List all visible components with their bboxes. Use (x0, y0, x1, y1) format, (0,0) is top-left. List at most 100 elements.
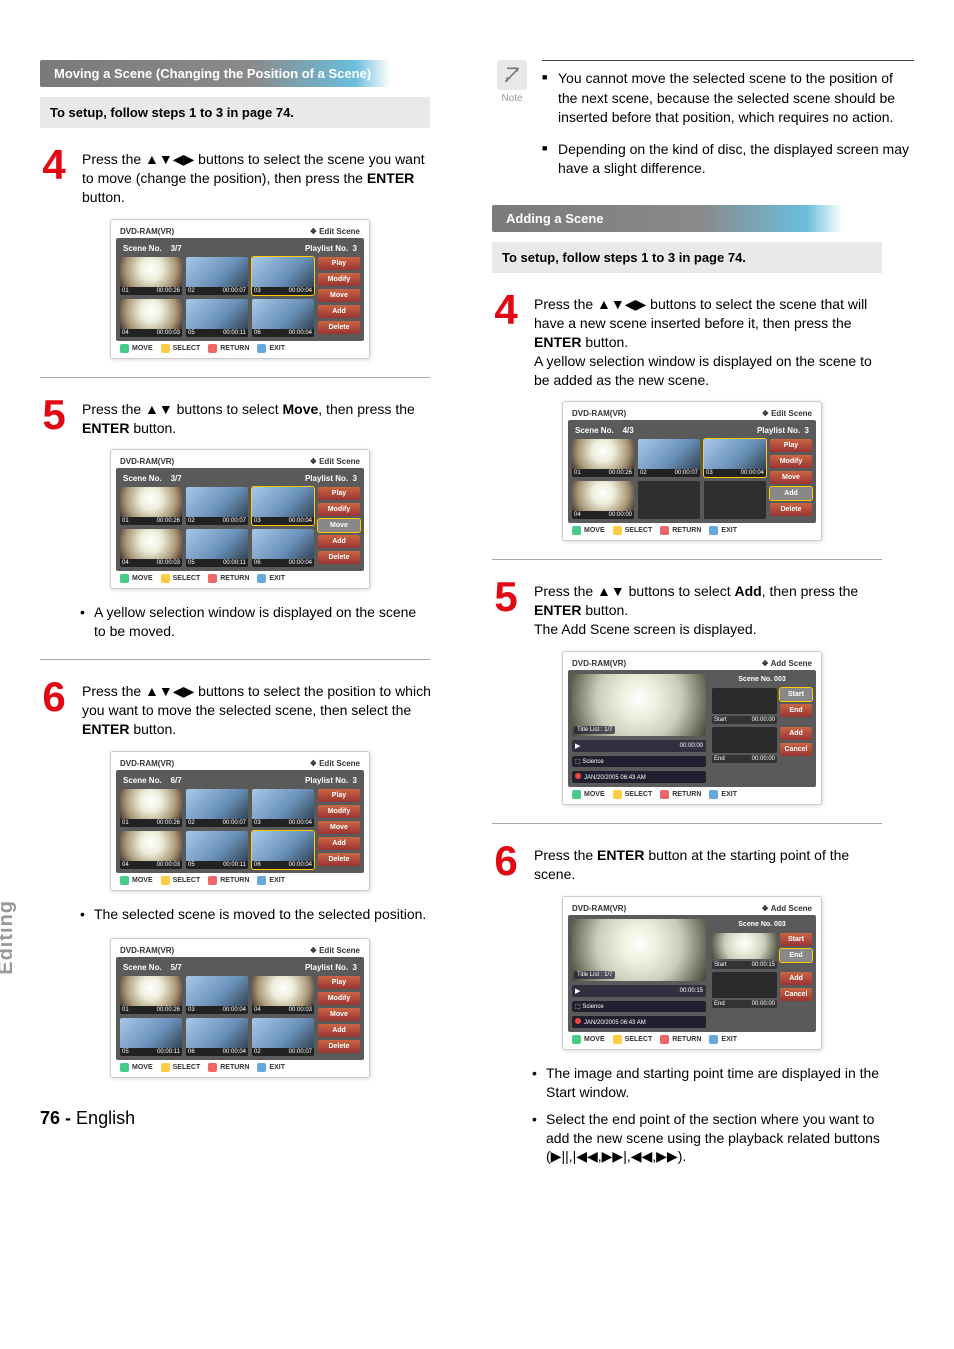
osd-thumbnail[interactable]: 0400:00:03 (120, 831, 182, 869)
osd-play-button[interactable]: Play (318, 976, 360, 989)
osd-edit-scene: DVD-RAM(VR)❖ Edit Scene Scene No. 4/3Pla… (562, 401, 822, 541)
osd-foot-return: RETURN (660, 1035, 701, 1044)
end-thumb (712, 972, 777, 998)
note-item: Depending on the kind of disc, the displ… (542, 140, 914, 179)
osd-thumbnail[interactable]: 0500:00:11 (186, 831, 248, 869)
osd-thumbnail[interactable]: 0200:00:07 (186, 257, 248, 295)
osd-thumbnail[interactable]: 0300:00:04 (186, 976, 248, 1014)
arrow-glyphs: ▲▼◀▶ (145, 683, 194, 699)
osd-thumbnail[interactable]: 0200:00:07 (252, 1018, 314, 1056)
thumbnail-image (186, 789, 248, 819)
thumbnail-image (186, 976, 248, 1006)
setup-bar-right: To setup, follow steps 1 to 3 in page 74… (492, 242, 882, 273)
thumbnail-caption: 0400:00:03 (120, 861, 182, 869)
osd-modify-button[interactable]: Modify (318, 992, 360, 1005)
osd-thumbnail[interactable]: 0600:00:04 (252, 529, 314, 567)
osd-move-button[interactable]: Move (318, 289, 360, 302)
bold-text: ENTER (82, 721, 129, 737)
osd-cancel-button[interactable]: Cancel (780, 743, 812, 756)
osd-play-button[interactable]: Play (318, 257, 360, 270)
thumbnail-caption: 0100:00:26 (120, 819, 182, 827)
osd-thumbnail[interactable]: 0100:00:26 (120, 487, 182, 525)
osd-thumbnail[interactable]: 0500:00:11 (186, 529, 248, 567)
osd-thumbnail[interactable]: 0100:00:26 (120, 257, 182, 295)
osd-thumbnail[interactable]: 0100:00:26 (572, 439, 634, 477)
osd-edit-scene: DVD-RAM(VR)❖ Edit Scene Scene No. 5/7Pla… (110, 938, 370, 1078)
thumbnail-image (186, 831, 248, 861)
osd-thumbnail[interactable]: 0400:00:03 (252, 976, 314, 1014)
note-block: Note You cannot move the selected scene … (492, 60, 914, 191)
osd-thumbnail[interactable]: 0100:00:26 (120, 976, 182, 1014)
osd-add-button[interactable]: Add (780, 972, 812, 985)
osd-start-button[interactable]: Start (780, 688, 812, 701)
osd-thumbnail[interactable]: 0200:00:07 (186, 487, 248, 525)
osd-modify-button[interactable]: Modify (318, 805, 360, 818)
osd-foot-move: MOVE (572, 1035, 605, 1044)
osd-thumbnail[interactable]: 0400:00:00 (572, 481, 634, 519)
osd-add-button[interactable]: Add (318, 1024, 360, 1037)
thumbnail-image (252, 831, 314, 861)
osd-thumbnail[interactable]: 0400:00:03 (120, 299, 182, 337)
osd-delete-button[interactable]: Delete (318, 321, 360, 334)
page-footer: 76 - English (40, 1108, 462, 1129)
osd-foot-move: MOVE (120, 574, 153, 583)
left-step-5: 5 Press the ▲▼ buttons to select Move, t… (40, 396, 462, 438)
osd-thumbnail[interactable]: 0500:00:11 (120, 1018, 182, 1056)
osd-end-button[interactable]: End (780, 704, 812, 717)
osd-title-left: DVD-RAM(VR) (120, 759, 174, 768)
osd-cancel-button[interactable]: Cancel (780, 988, 812, 1001)
osd-thumbnail[interactable]: 0200:00:07 (638, 439, 700, 477)
osd-thumbnail-empty (638, 481, 700, 519)
osd-thumbnail[interactable]: 0400:00:03 (120, 529, 182, 567)
thumbnail-caption: 0500:00:11 (120, 1048, 182, 1056)
osd-foot-select: SELECT (161, 1063, 201, 1072)
osd-foot-exit: EXIT (257, 344, 285, 353)
osd-delete-button[interactable]: Delete (770, 503, 812, 516)
osd-move-button[interactable]: Move (318, 821, 360, 834)
osd-play-button[interactable]: Play (770, 439, 812, 452)
osd-add-button[interactable]: Add (770, 487, 812, 500)
osd-move-button[interactable]: Move (770, 471, 812, 484)
osd-modify-button[interactable]: Modify (770, 455, 812, 468)
arrow-glyphs: ▲▼◀▶ (597, 296, 646, 312)
osd-play-button[interactable]: Play (318, 789, 360, 802)
osd-thumbnail[interactable]: 0600:00:04 (186, 1018, 248, 1056)
osd-modify-button[interactable]: Modify (318, 273, 360, 286)
text: buttons to select (173, 401, 283, 417)
text: button. (129, 721, 176, 737)
osd-add-button[interactable]: Add (318, 837, 360, 850)
title-list-label: Title List : 1/7 (574, 726, 615, 734)
osd-thumbnail[interactable]: 0300:00:04 (252, 487, 314, 525)
osd-thumbnail[interactable]: 0300:00:04 (252, 789, 314, 827)
step-number: 5 (40, 396, 68, 434)
osd-thumbnail[interactable]: 0600:00:04 (252, 831, 314, 869)
thumbnail-image (186, 487, 248, 517)
end-time: End00:00:00 (712, 1000, 777, 1008)
osd-modify-button[interactable]: Modify (318, 503, 360, 516)
step-text: Press the ▲▼◀▶ buttons to select the sce… (82, 146, 432, 207)
thumbnail-image (252, 529, 314, 559)
osd-play-button[interactable]: Play (318, 487, 360, 500)
osd-thumbnail[interactable]: 0100:00:26 (120, 789, 182, 827)
osd-move-button[interactable]: Move (318, 519, 360, 532)
osd-title-right: ❖ Edit Scene (310, 759, 360, 768)
osd-end-button[interactable]: End (780, 949, 812, 962)
osd-thumbnail[interactable]: 0300:00:04 (704, 439, 766, 477)
sub-text: The Add Scene screen is displayed. (534, 621, 757, 637)
osd-thumbnail[interactable]: 0300:00:04 (252, 257, 314, 295)
thumbnail-caption: 0100:00:26 (572, 469, 634, 477)
osd-thumbnail[interactable]: 0600:00:04 (252, 299, 314, 337)
osd-delete-button[interactable]: Delete (318, 1040, 360, 1053)
thumbnail-caption: 0500:00:11 (186, 861, 248, 869)
osd-add-button[interactable]: Add (318, 305, 360, 318)
osd-add-button[interactable]: Add (780, 727, 812, 740)
osd-start-button[interactable]: Start (780, 933, 812, 946)
osd-delete-button[interactable]: Delete (318, 551, 360, 564)
step-number: 6 (492, 842, 520, 880)
osd-delete-button[interactable]: Delete (318, 853, 360, 866)
osd-thumbnail[interactable]: 0500:00:11 (186, 299, 248, 337)
osd-move-button[interactable]: Move (318, 1008, 360, 1021)
thumbnail-caption: 0300:00:04 (186, 1006, 248, 1014)
osd-add-button[interactable]: Add (318, 535, 360, 548)
osd-thumbnail[interactable]: 0200:00:07 (186, 789, 248, 827)
